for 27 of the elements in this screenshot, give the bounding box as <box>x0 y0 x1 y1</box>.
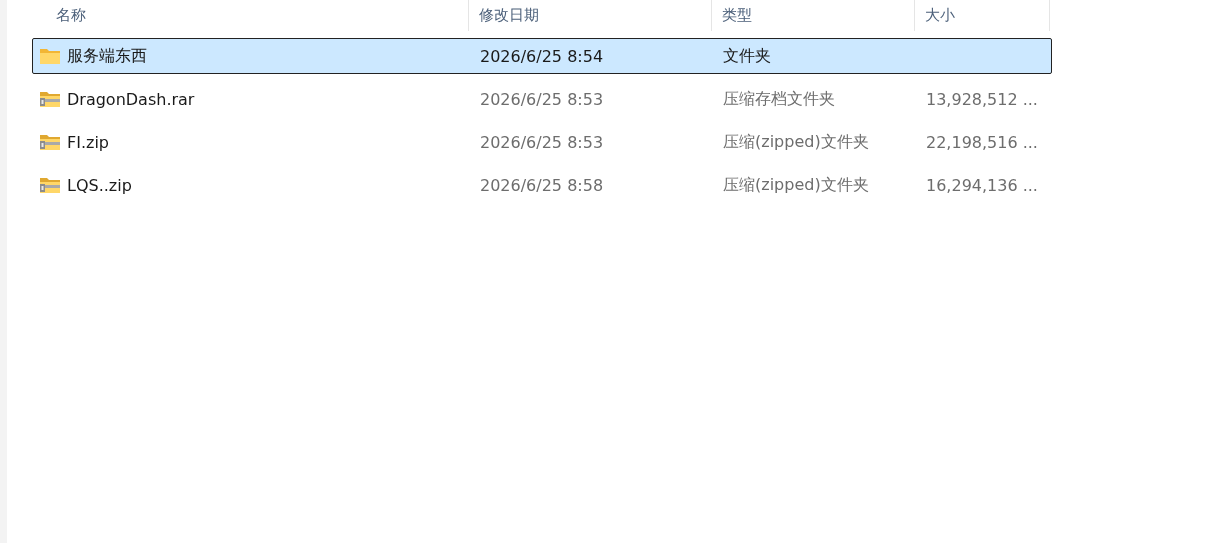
modified-date: 2026/6/25 8:53 <box>480 132 604 152</box>
file-size: 16,294,136 ... <box>926 175 1038 195</box>
modified-date: 2026/6/25 8:53 <box>480 89 604 109</box>
column-header[interactable]: 修改日期 <box>479 6 539 25</box>
file-row[interactable]: LQS..zip 2026/6/25 8:58 压缩(zipped)文件夹 16,294,136 ... <box>32 167 1052 203</box>
zipped-folder-icon <box>39 176 61 194</box>
column-header[interactable]: 类型 <box>722 6 752 25</box>
folder-icon <box>39 47 61 65</box>
file-row[interactable]: 服务端东西 2026/6/25 8:54 文件夹 <box>32 38 1052 74</box>
file-name: 服务端东西 <box>67 45 147 67</box>
file-type: 文件夹 <box>723 45 771 67</box>
file-name: DragonDash.rar <box>67 89 195 109</box>
file-size: 13,928,512 ... <box>926 89 1038 109</box>
column-header[interactable]: 名称 <box>56 6 86 25</box>
file-name: FI.zip <box>67 132 109 152</box>
file-row[interactable]: DragonDash.rar 2026/6/25 8:53 压缩存档文件夹 13,928,512 ... <box>32 81 1052 117</box>
modified-date: 2026/6/25 8:58 <box>480 175 604 195</box>
zipped-folder-icon <box>39 90 61 108</box>
modified-date: 2026/6/25 8:54 <box>480 46 604 66</box>
file-type: 压缩(zipped)文件夹 <box>723 131 869 153</box>
file-name: LQS..zip <box>67 175 132 195</box>
file-size: 22,198,516 ... <box>926 132 1038 152</box>
file-type: 压缩存档文件夹 <box>723 88 835 110</box>
zipped-folder-icon <box>39 133 61 151</box>
file-row[interactable]: FI.zip 2026/6/25 8:53 压缩(zipped)文件夹 22,198,516 ... <box>32 124 1052 160</box>
file-type: 压缩(zipped)文件夹 <box>723 174 869 196</box>
column-header[interactable]: 大小 <box>925 6 955 25</box>
